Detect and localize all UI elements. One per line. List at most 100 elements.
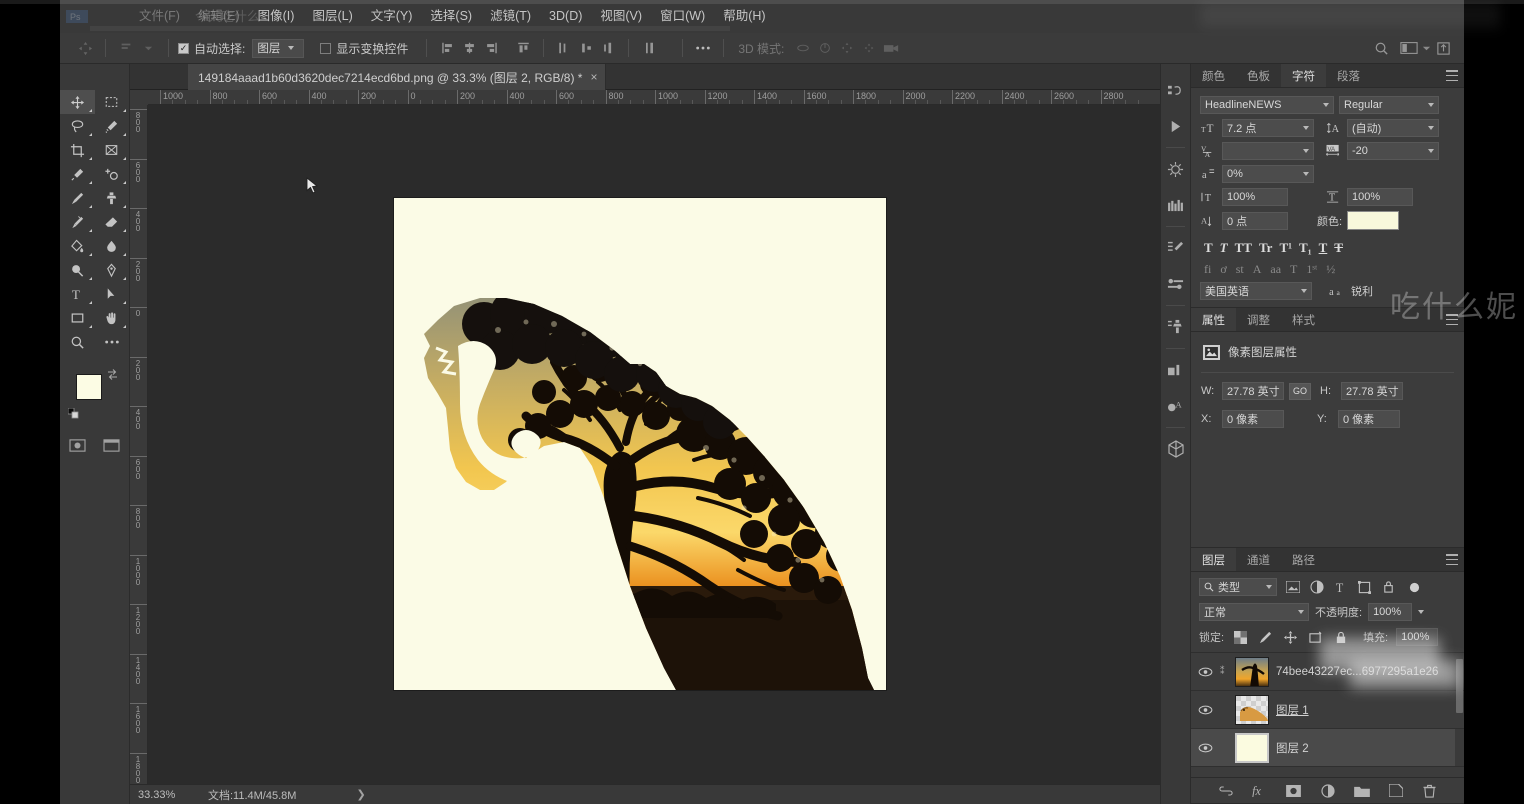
layer-mask-icon[interactable] xyxy=(1285,782,1302,799)
tool-preset-icon[interactable] xyxy=(115,37,137,59)
panel-menu-icon[interactable] xyxy=(1446,70,1458,81)
3d-roll-icon[interactable] xyxy=(814,37,836,59)
link-dimensions-button[interactable]: GO xyxy=(1289,382,1311,400)
horizontal-scale-input[interactable]: 100% xyxy=(1222,188,1288,206)
menu-layer[interactable]: 图层(L) xyxy=(303,0,361,33)
layer-filter-dropdown[interactable]: 类型 xyxy=(1199,578,1277,596)
leading-input[interactable]: (自动) xyxy=(1347,119,1439,137)
kerning-input[interactable] xyxy=(1222,142,1314,160)
height-input[interactable]: 27.78 英寸 xyxy=(1341,382,1403,400)
tab-layers[interactable]: 图层 xyxy=(1191,548,1236,571)
tab-adjustments[interactable]: 调整 xyxy=(1236,308,1281,331)
3d-orbit-icon[interactable] xyxy=(792,37,814,59)
lock-image-pixels-icon[interactable] xyxy=(1257,629,1274,646)
align-horizontal-centers-icon[interactable] xyxy=(458,37,480,59)
vertical-ruler[interactable]: 800 600 400 200 0 200 400 600 800 1000 1200 1400 160… xyxy=(130,105,148,784)
clone-source-icon[interactable] xyxy=(1161,309,1190,345)
3d-pan-icon[interactable] xyxy=(836,37,858,59)
tracking-input[interactable]: -20 xyxy=(1347,142,1439,160)
vertical-scale-input[interactable]: 100% xyxy=(1347,188,1413,206)
chevron-down-icon[interactable] xyxy=(1418,610,1425,614)
shape-filter-icon[interactable] xyxy=(1356,579,1373,596)
menu-file[interactable]: 文件(F) xyxy=(130,0,189,33)
document-tab[interactable]: 149184aaad1b60d3620dec7214ecd6bd.png @ 3… xyxy=(188,64,607,90)
lasso-tool[interactable] xyxy=(60,114,95,138)
canvas-viewport[interactable] xyxy=(148,105,1190,784)
opacity-input[interactable]: 100% xyxy=(1368,603,1413,621)
all-caps-button[interactable]: TT xyxy=(1235,240,1252,256)
fill-input[interactable]: 100% xyxy=(1396,628,1439,646)
tool-presets-icon[interactable] xyxy=(1161,266,1190,302)
tab-color[interactable]: 颜色 xyxy=(1191,64,1236,87)
distribute-left-icon[interactable] xyxy=(553,37,575,59)
lock-all-icon[interactable] xyxy=(1332,629,1349,646)
contextual-alternates-button[interactable]: ơ xyxy=(1220,262,1226,277)
chevron-down-icon[interactable] xyxy=(137,37,159,59)
panel-menu-icon[interactable] xyxy=(1446,554,1458,565)
language-dropdown[interactable]: 美国英语 xyxy=(1200,282,1312,300)
frame-tool[interactable] xyxy=(95,138,130,162)
oldstyle-button[interactable]: aa xyxy=(1270,262,1281,277)
y-input[interactable]: 0 像素 xyxy=(1338,410,1400,428)
layers-scrollbar[interactable] xyxy=(1455,659,1464,766)
strikethrough-button[interactable]: T xyxy=(1334,240,1343,256)
crop-tool[interactable] xyxy=(60,138,95,162)
auto-select-scope-dropdown[interactable]: 图层 xyxy=(252,38,305,58)
quick-mask-icon[interactable] xyxy=(69,438,86,456)
smart-object-filter-icon[interactable] xyxy=(1380,579,1397,596)
3d-camera-icon[interactable] xyxy=(880,37,902,59)
delete-layer-icon[interactable] xyxy=(1421,782,1438,799)
workspace-icon[interactable] xyxy=(1398,37,1420,59)
move-tool[interactable] xyxy=(60,90,95,114)
eye-icon[interactable] xyxy=(1197,743,1213,753)
filter-toggle-icon[interactable] xyxy=(1406,579,1423,596)
dodge-tool[interactable] xyxy=(60,258,95,282)
eraser-tool[interactable] xyxy=(95,210,130,234)
menu-help[interactable]: 帮助(H) xyxy=(714,0,774,33)
adjustment-layer-icon[interactable] xyxy=(1319,782,1336,799)
adjustment-filter-icon[interactable] xyxy=(1308,579,1325,596)
3d-icon[interactable] xyxy=(1161,431,1190,467)
eye-icon[interactable] xyxy=(1197,667,1213,677)
rectangular-marquee-tool[interactable] xyxy=(95,90,130,114)
fractions-button[interactable]: ½ xyxy=(1326,262,1335,277)
spot-healing-brush-tool[interactable] xyxy=(95,162,130,186)
foreground-color-swatch[interactable] xyxy=(76,374,102,400)
standard-ligatures-button[interactable]: fi xyxy=(1204,262,1211,277)
auto-select-checkbox[interactable]: ✓ xyxy=(178,42,189,54)
more-options-icon[interactable] xyxy=(692,37,714,59)
table-row[interactable]: 图层 2 xyxy=(1191,659,1464,767)
link-layers-icon[interactable] xyxy=(1217,782,1234,799)
layer-list[interactable]: ⁑ 74bee43227ec...6977295a1e26 图层 1 图层 2 xyxy=(1191,652,1464,777)
discretionary-ligatures-button[interactable]: st xyxy=(1236,262,1244,277)
antialias-value[interactable]: 锐利 xyxy=(1351,283,1373,299)
menu-select[interactable]: 选择(S) xyxy=(421,0,481,33)
lock-position-icon[interactable] xyxy=(1282,629,1299,646)
horizontal-type-tool[interactable]: T xyxy=(60,282,95,306)
faux-bold-button[interactable]: T xyxy=(1204,240,1213,256)
ordinals-button[interactable]: 1ˢᵗ xyxy=(1306,262,1317,277)
clone-stamp-tool[interactable] xyxy=(95,186,130,210)
x-input[interactable]: 0 像素 xyxy=(1222,410,1284,428)
share-icon[interactable] xyxy=(1432,37,1454,59)
titling-alternates-button[interactable]: T xyxy=(1290,262,1297,277)
quick-selection-tool[interactable] xyxy=(95,114,130,138)
move-tool-options-icon[interactable] xyxy=(74,37,96,59)
layer-comps-icon[interactable] xyxy=(1161,352,1190,388)
chevron-down-icon[interactable] xyxy=(1420,37,1432,59)
menu-filter[interactable]: 滤镜(T) xyxy=(481,0,540,33)
layer-name[interactable]: 图层 2 xyxy=(1276,740,1309,756)
zoom-level[interactable]: 33.33% xyxy=(130,789,194,801)
panel-menu-icon[interactable] xyxy=(1446,314,1458,325)
image-filter-icon[interactable] xyxy=(1284,579,1301,596)
eyedropper-tool[interactable] xyxy=(60,162,95,186)
menu-type[interactable]: 文字(Y) xyxy=(362,0,422,33)
path-selection-tool[interactable] xyxy=(95,282,130,306)
menu-image[interactable]: 图像(I) xyxy=(249,0,304,33)
baseline-shift-input[interactable]: 0 点 xyxy=(1222,211,1288,230)
play-actions-icon[interactable] xyxy=(1161,108,1190,144)
brush-tool[interactable] xyxy=(60,186,95,210)
new-layer-icon[interactable] xyxy=(1387,782,1404,799)
eye-icon[interactable] xyxy=(1197,705,1213,715)
show-transform-checkbox[interactable]: ✓ xyxy=(320,42,332,54)
